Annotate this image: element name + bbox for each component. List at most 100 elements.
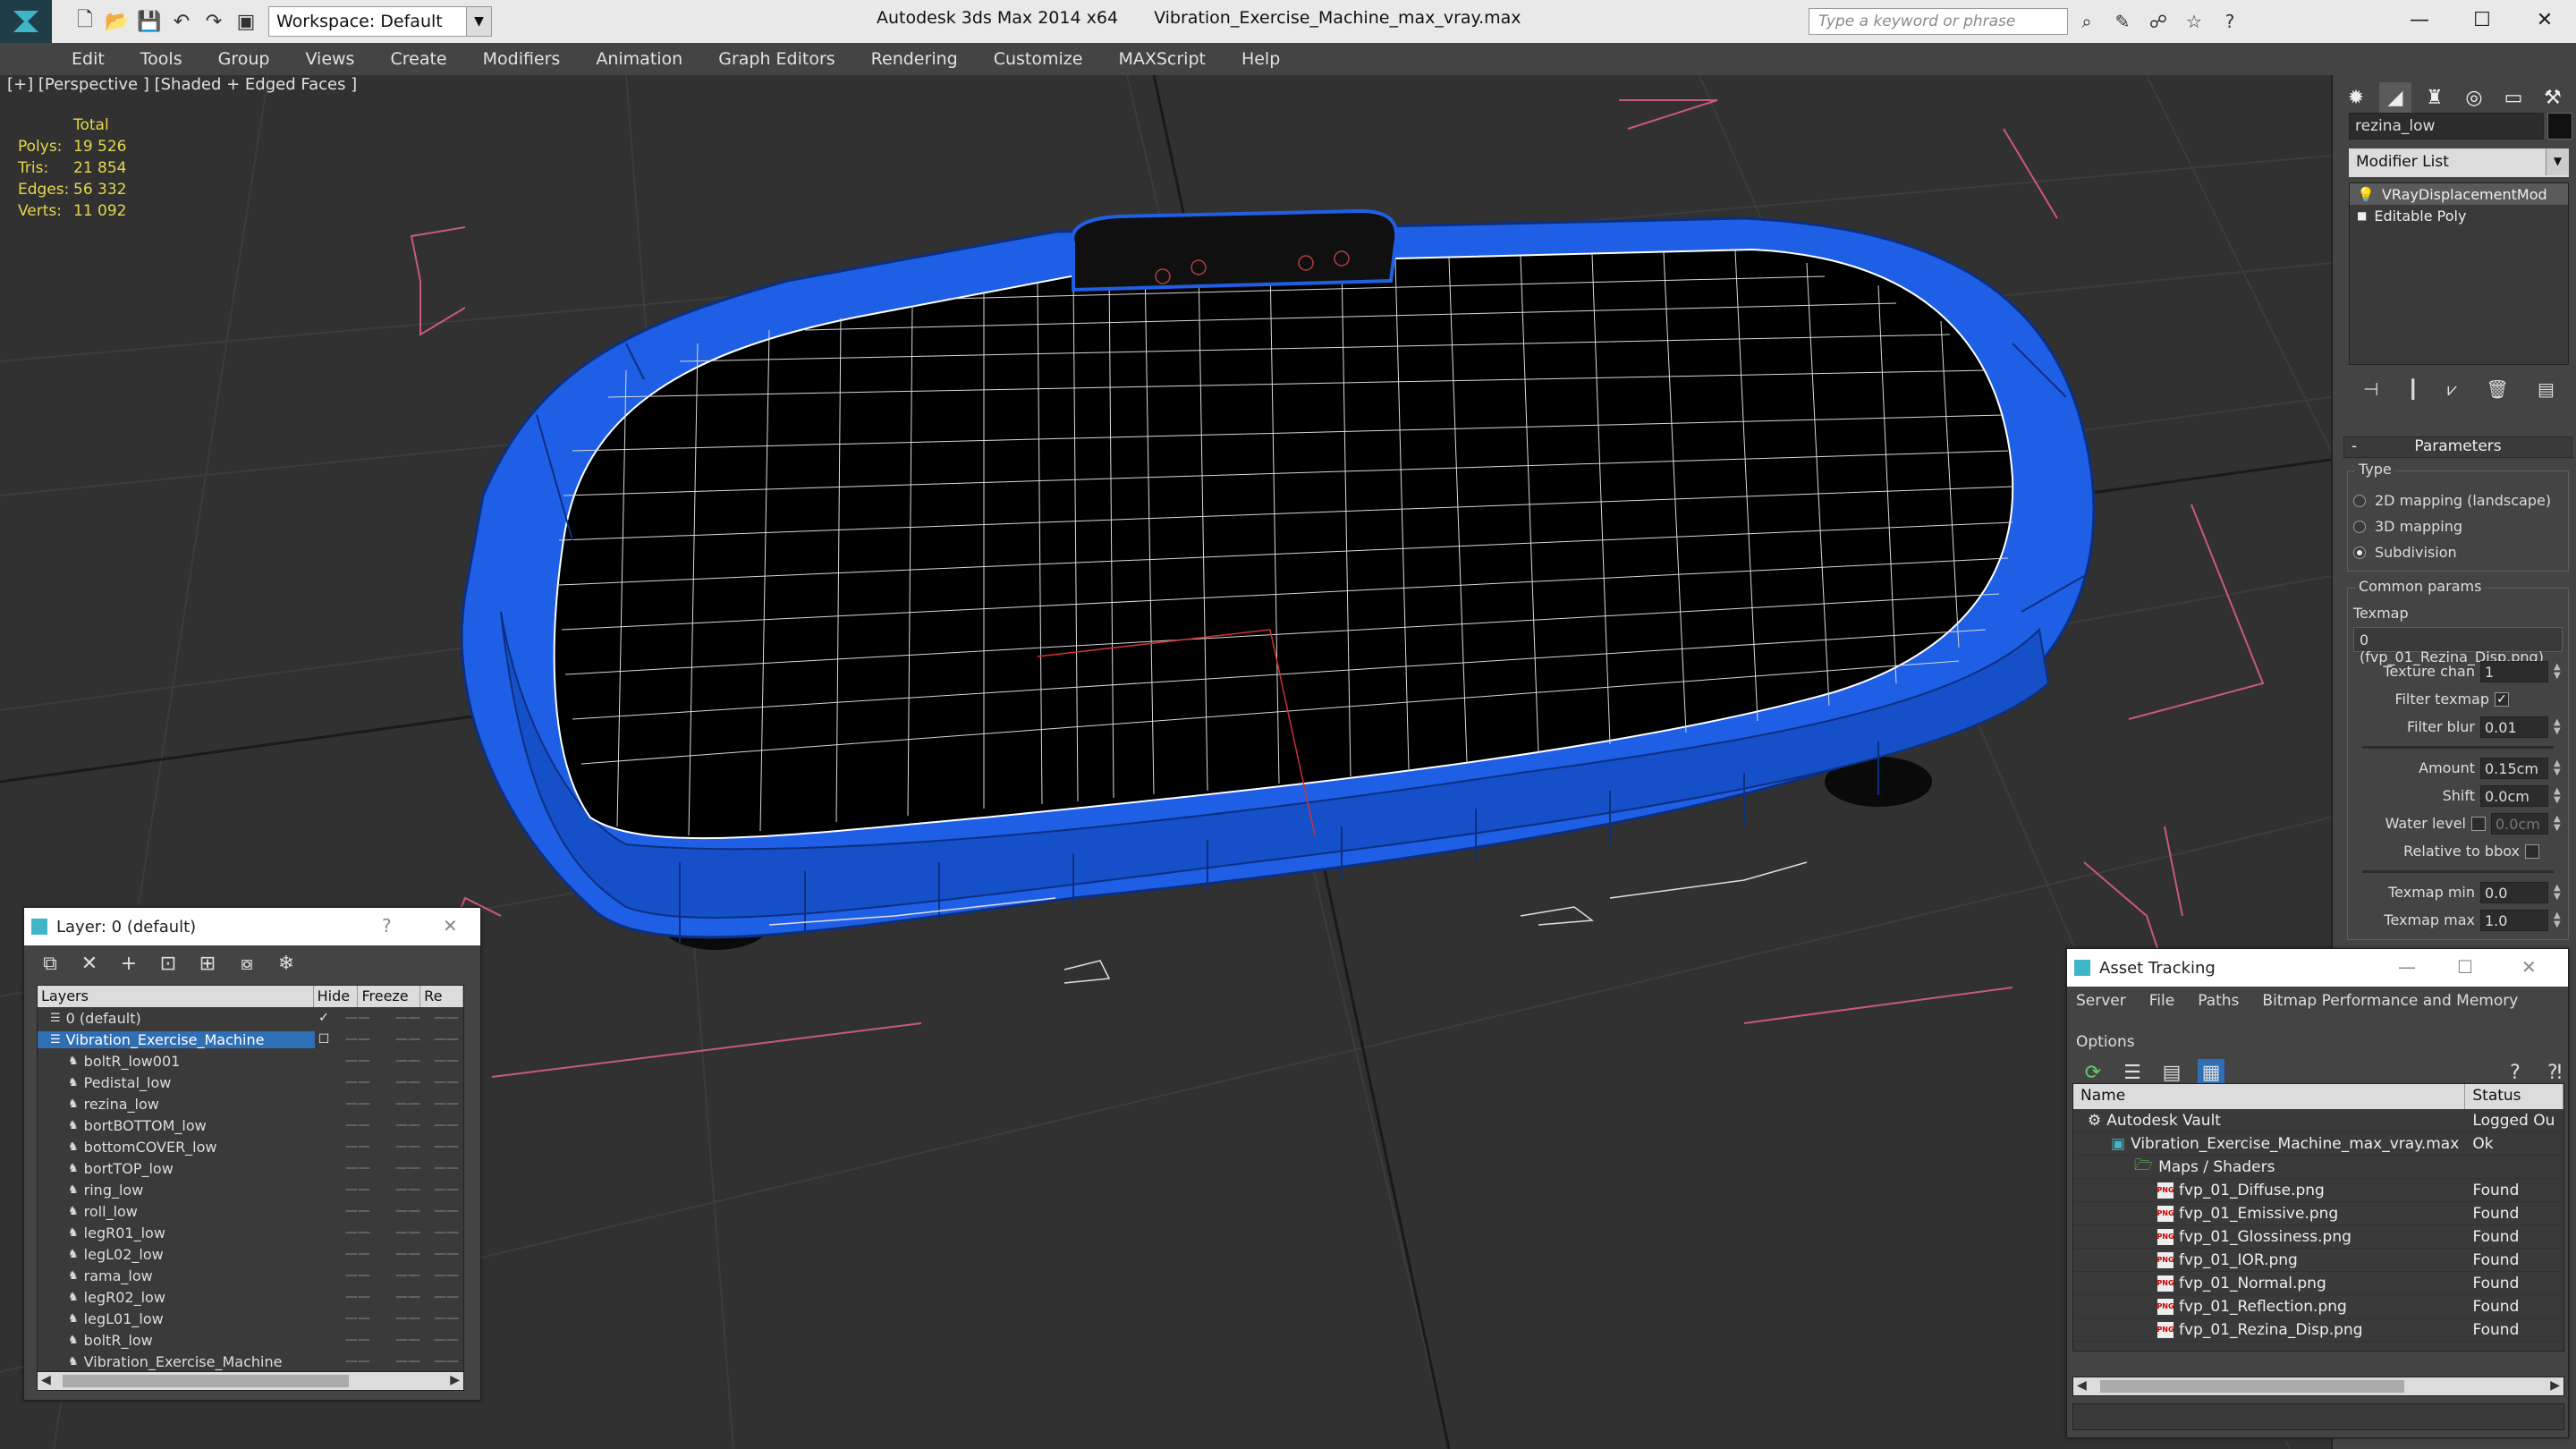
app-logo-icon[interactable] xyxy=(0,0,52,43)
configure-modifier-sets-icon[interactable]: ▤ xyxy=(2538,378,2555,400)
menu-animation[interactable]: Animation xyxy=(596,49,682,69)
hide-toggle[interactable]: —— xyxy=(333,1182,383,1197)
render-toggle[interactable]: —— xyxy=(433,1247,460,1261)
asset-name-cell[interactable]: 🗁 Maps / Shaders xyxy=(2073,1154,2465,1180)
layer-name-cell[interactable]: ♞ bortBOTTOM_low xyxy=(38,1117,315,1134)
layer-row[interactable]: ☰ 0 (default) ✓ —— —— —— xyxy=(38,1007,463,1029)
hide-toggle[interactable]: —— xyxy=(333,1011,383,1025)
hide-toggle[interactable]: —— xyxy=(333,1333,383,1347)
stack-item-vray-displacement[interactable]: 💡 VRayDisplacementMod xyxy=(2350,183,2568,205)
column-header-hide[interactable]: Hide xyxy=(314,986,359,1007)
freeze-toggle[interactable]: —— xyxy=(383,1225,433,1240)
asset-window-titlebar[interactable]: Asset Tracking — ☐ ✕ xyxy=(2067,949,2568,987)
menu-modifiers[interactable]: Modifiers xyxy=(483,49,561,69)
layer-name-cell[interactable]: ♞ ring_low xyxy=(38,1182,315,1199)
freeze-toggle[interactable]: —— xyxy=(383,1054,433,1068)
layer-name-cell[interactable]: ♞ legR01_low xyxy=(38,1224,315,1241)
freeze-toggle[interactable]: —— xyxy=(383,1268,433,1283)
motion-tab-icon[interactable]: ◎ xyxy=(2458,82,2490,113)
amount-spinner[interactable]: 0.15cm xyxy=(2480,757,2548,779)
communication-icon[interactable]: ☍ xyxy=(2145,9,2172,34)
hide-toggle[interactable]: —— xyxy=(333,1161,383,1175)
hide-toggle[interactable]: —— xyxy=(333,1204,383,1218)
render-toggle[interactable]: —— xyxy=(433,1097,460,1111)
freeze-toggle[interactable]: —— xyxy=(383,1204,433,1218)
stack-item-editable-poly[interactable]: ■ Editable Poly xyxy=(2350,205,2568,226)
layer-name-cell[interactable]: ♞ legL02_low xyxy=(38,1246,315,1263)
radio-subdivision[interactable]: Subdivision xyxy=(2353,539,2563,565)
render-toggle[interactable]: —— xyxy=(433,1290,460,1304)
table-view-icon[interactable]: ▦ xyxy=(2198,1059,2224,1086)
freeze-toggle[interactable]: —— xyxy=(383,1118,433,1132)
maximize-icon[interactable]: ☐ xyxy=(2451,0,2513,39)
hide-toggle[interactable]: —— xyxy=(333,1032,383,1046)
current-layer-box-icon[interactable]: ☐ xyxy=(315,1032,333,1046)
binoculars-icon[interactable]: ⌕ xyxy=(2073,9,2100,34)
layer-row[interactable]: ♞ rama_low —— —— —— xyxy=(38,1265,463,1286)
render-toggle[interactable]: —— xyxy=(433,1161,460,1175)
layer-row[interactable]: ♞ legR01_low —— —— —— xyxy=(38,1222,463,1243)
make-unique-icon[interactable]: ⩗ xyxy=(2447,378,2457,400)
asset-menu-paths[interactable]: Paths xyxy=(2198,992,2239,1010)
close-icon[interactable]: ✕ xyxy=(2521,956,2537,978)
layer-name-cell[interactable]: ♞ boltR_low001 xyxy=(38,1053,315,1070)
freeze-all-layers-icon[interactable]: ❄ xyxy=(273,950,300,977)
layer-row[interactable]: ♞ bottomCOVER_low —— —— —— xyxy=(38,1136,463,1157)
layer-row[interactable]: ☰ Vibration_Exercise_Machine ☐ —— —— —— xyxy=(38,1029,463,1050)
new-file-icon[interactable]: 🗋 xyxy=(72,8,98,35)
relative-bbox-checkbox[interactable] xyxy=(2525,843,2539,859)
column-header-status[interactable]: Status xyxy=(2465,1084,2563,1109)
menu-help[interactable]: Help xyxy=(1241,49,1280,69)
workspace-selector[interactable]: Workspace: Default xyxy=(268,6,467,37)
hide-toggle[interactable]: —— xyxy=(333,1268,383,1283)
redo-icon[interactable]: ↷ xyxy=(200,8,227,35)
asset-name-cell[interactable]: PNG fvp_01_IOR.png xyxy=(2073,1251,2465,1269)
layer-name-cell[interactable]: ♞ rezina_low xyxy=(38,1096,315,1113)
freeze-toggle[interactable]: —— xyxy=(383,1311,433,1326)
freeze-toggle[interactable]: —— xyxy=(383,1161,433,1175)
display-tab-icon[interactable]: ▭ xyxy=(2497,82,2529,113)
delete-layer-icon[interactable]: ✕ xyxy=(76,950,103,977)
help-icon[interactable]: ? xyxy=(2502,1059,2529,1086)
layer-row[interactable]: ♞ boltR_low —— —— —— xyxy=(38,1329,463,1351)
minimize-icon[interactable]: — xyxy=(2388,0,2451,39)
render-toggle[interactable]: —— xyxy=(433,1182,460,1197)
asset-status-field[interactable] xyxy=(2072,1403,2564,1430)
asset-row[interactable]: PNG fvp_01_Glossiness.png Found xyxy=(2073,1225,2563,1249)
texmap-max-spinner[interactable]: 1.0 xyxy=(2480,909,2548,931)
help-icon[interactable]: ? xyxy=(2216,9,2243,34)
asset-menu-file[interactable]: File xyxy=(2149,992,2174,1010)
asset-name-cell[interactable]: PNG fvp_01_Glossiness.png xyxy=(2073,1228,2465,1246)
asset-row[interactable]: 🗁 Maps / Shaders xyxy=(2073,1156,2563,1179)
asset-name-cell[interactable]: PNG fvp_01_Rezina_Disp.png xyxy=(2073,1321,2465,1339)
asset-row[interactable]: ⚙ Autodesk Vault Logged Ou xyxy=(2073,1109,2563,1132)
menu-graph-editors[interactable]: Graph Editors xyxy=(718,49,835,69)
asset-menu-bitmap[interactable]: Bitmap Performance and Memory xyxy=(2262,992,2518,1010)
show-end-result-icon[interactable]: ┃ xyxy=(2408,378,2419,400)
layer-name-cell[interactable]: ♞ legR02_low xyxy=(38,1289,315,1306)
hide-toggle[interactable]: —— xyxy=(333,1054,383,1068)
asset-row[interactable]: PNG fvp_01_Normal.png Found xyxy=(2073,1272,2563,1295)
asset-name-cell[interactable]: PNG fvp_01_Emissive.png xyxy=(2073,1205,2465,1223)
render-toggle[interactable]: —— xyxy=(433,1311,460,1326)
horizontal-scrollbar[interactable]: ◀ ▶ xyxy=(2072,1377,2564,1396)
freeze-toggle[interactable]: —— xyxy=(383,1333,433,1347)
hide-toggle[interactable]: —— xyxy=(333,1311,383,1326)
project-folder-icon[interactable]: ▣ xyxy=(233,8,259,35)
menu-customize[interactable]: Customize xyxy=(994,49,1083,69)
layer-row[interactable]: ♞ Vibration_Exercise_Machine —— —— —— xyxy=(38,1351,463,1372)
modifier-list-dropdown[interactable]: Modifier List ▼ xyxy=(2349,148,2569,177)
layer-name-cell[interactable]: ♞ rama_low xyxy=(38,1267,315,1284)
texmap-min-spinner[interactable]: 0.0 xyxy=(2480,881,2548,903)
viewport-label[interactable]: [+] [Perspective ] [Shaded + Edged Faces… xyxy=(7,75,357,94)
asset-name-cell[interactable]: PNG fvp_01_Reflection.png xyxy=(2073,1298,2465,1316)
shift-spinner[interactable]: 0.0cm xyxy=(2480,784,2548,807)
column-header-freeze[interactable]: Freeze xyxy=(358,986,421,1007)
hide-toggle[interactable]: —— xyxy=(333,1118,383,1132)
radio-3d-mapping[interactable]: 3D mapping xyxy=(2353,513,2563,539)
undo-icon[interactable]: ↶ xyxy=(168,8,195,35)
select-in-layer-icon[interactable]: ⊡ xyxy=(155,950,182,977)
chevron-down-icon[interactable]: ▼ xyxy=(2546,148,2569,175)
menu-create[interactable]: Create xyxy=(390,49,446,69)
create-layer-icon[interactable]: ⧉ xyxy=(37,950,64,977)
